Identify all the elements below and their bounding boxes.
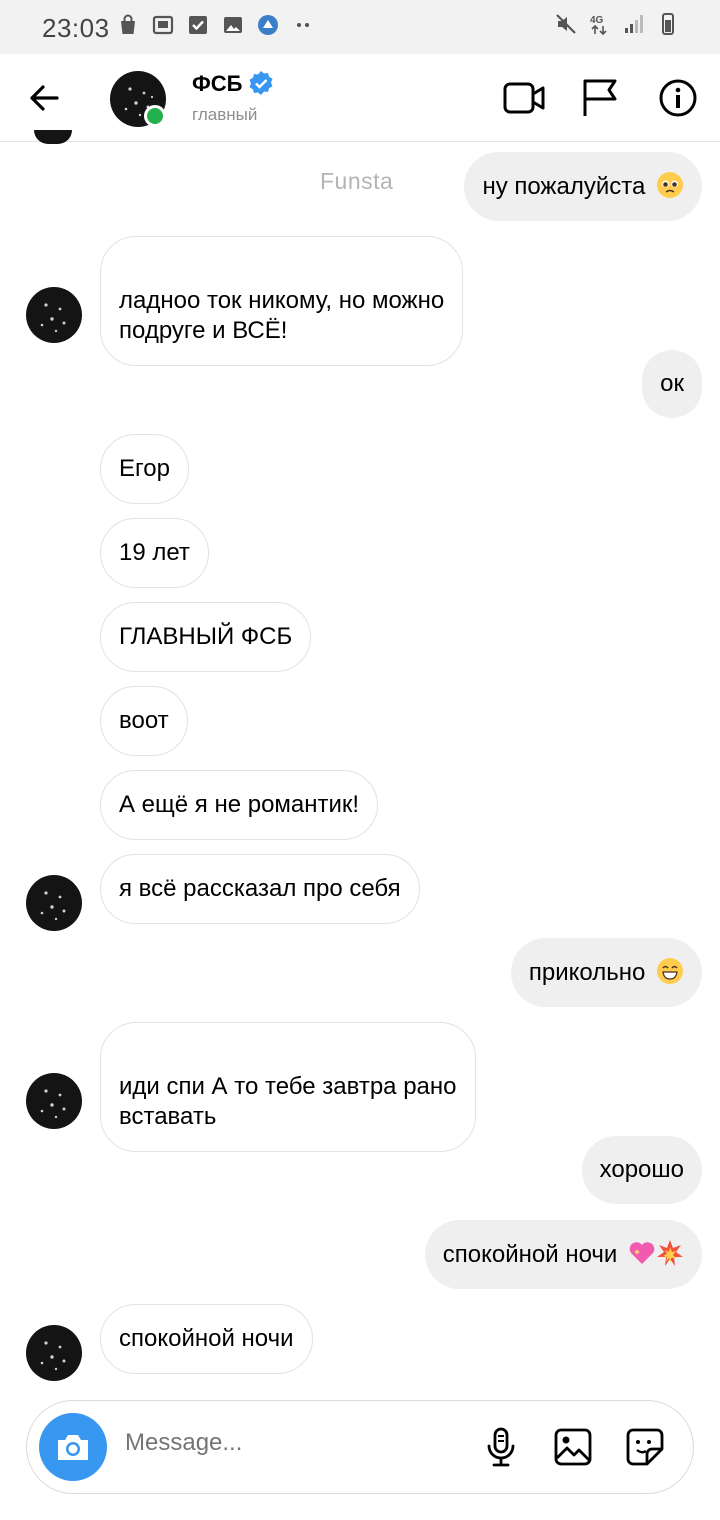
message-bubble-incoming[interactable]: иди спи А то тебе завтра рано вставать [100, 1022, 476, 1152]
message-text: ну пожалуйста [482, 173, 646, 200]
more-dots-icon [297, 23, 309, 27]
report-button[interactable] [578, 76, 622, 120]
safe-icon [152, 15, 174, 35]
message-text: иди спи А то тебе завтра рано вставать [119, 1073, 457, 1130]
sticker-icon [626, 1428, 664, 1466]
mute-icon [556, 14, 576, 34]
message-bubble-incoming[interactable]: А ещё я не романтик! [100, 770, 379, 840]
message-composer [26, 1400, 694, 1494]
battery-icon [662, 13, 674, 35]
notification-icons [116, 13, 315, 37]
message-text: 19 лет [119, 539, 190, 566]
contact-name[interactable]: ФСБ [192, 71, 242, 97]
image-icon [224, 17, 242, 33]
check-icon [189, 16, 207, 34]
back-button[interactable] [24, 76, 64, 120]
message-text: А ещё я не романтик! [119, 791, 360, 818]
camera-icon [58, 1435, 88, 1460]
grinning-face-icon [657, 958, 683, 984]
camera-button[interactable] [39, 1413, 107, 1481]
message-bubble-outgoing[interactable]: прикольно [510, 938, 702, 1007]
message-bubble-incoming[interactable]: 19 лет [100, 518, 209, 588]
system-icons: 4G [554, 12, 680, 36]
sender-avatar[interactable] [26, 1073, 82, 1129]
message-text: Егор [119, 455, 170, 482]
message-text: спокойной ночи [119, 1325, 294, 1352]
collision-icon [657, 1240, 683, 1266]
microphone-icon [487, 1427, 515, 1467]
avatar-pattern-icon [40, 891, 66, 921]
sender-avatar[interactable] [26, 875, 82, 931]
gallery-button[interactable] [549, 1423, 597, 1471]
4g-icon: 4G [590, 15, 607, 36]
message-text: ГЛАВНЫЙ ФСБ [119, 623, 293, 650]
message-text: хорошо [599, 1156, 684, 1183]
message-bubble-outgoing[interactable]: ну пожалуйста [464, 152, 702, 221]
gallery-icon [554, 1428, 592, 1466]
message-bubble-outgoing[interactable]: ок [642, 350, 702, 418]
message-bubble-incoming[interactable]: я всё рассказал про себя [100, 854, 420, 924]
back-arrow-icon [30, 85, 59, 111]
avatar-pattern-icon [40, 303, 66, 333]
message-bubble-incoming[interactable]: Егор [100, 434, 189, 504]
message-text: ок [660, 370, 684, 397]
info-icon [659, 79, 697, 117]
video-call-button[interactable] [502, 76, 546, 120]
pleading-face-icon [657, 172, 683, 198]
message-bubble-incoming[interactable]: ГЛАВНЫЙ ФСБ [100, 602, 312, 672]
message-bubble-outgoing[interactable]: спокойной ночи [424, 1220, 702, 1289]
avatar-pattern-icon [40, 1089, 66, 1119]
video-camera-icon [503, 82, 545, 114]
status-bar: 23:03 4G [0, 0, 720, 54]
sparkling-heart-icon [629, 1242, 655, 1264]
app-icon [258, 15, 278, 35]
watermark: Funsta [320, 168, 394, 194]
sender-avatar[interactable] [26, 287, 82, 343]
avatar-pattern-icon [40, 1341, 66, 1371]
message-text: спокойной ночи [442, 1241, 618, 1268]
status-time: 23:03 [42, 13, 110, 43]
message-bubble-incoming[interactable]: ладноо ток никому, но можно подруге и ВС… [100, 236, 464, 366]
message-input[interactable] [125, 1429, 425, 1457]
chat-header: ФСБ главный Funsta [0, 54, 720, 194]
contact-subtitle: главный [192, 105, 258, 124]
message-text: я всё рассказал про себя [119, 875, 401, 902]
message-bubble-outgoing[interactable]: хорошо [581, 1136, 702, 1204]
sticker-button[interactable] [621, 1423, 669, 1471]
online-status-indicator [144, 105, 166, 127]
message-text: прикольно [528, 959, 646, 986]
flag-icon [583, 79, 617, 116]
message-text: воот [119, 707, 169, 734]
bag-icon [121, 14, 135, 34]
verified-badge-icon [249, 71, 273, 95]
message-text: ладноо ток никому, но можно подруге и ВС… [119, 287, 445, 344]
message-bubble-incoming[interactable]: воот [100, 686, 188, 756]
svg-text:4G: 4G [590, 15, 604, 26]
message-bubble-incoming[interactable]: спокойной ночи [100, 1304, 313, 1374]
conversation-info-button[interactable] [656, 76, 700, 120]
signal-icon [625, 15, 643, 33]
voice-message-button[interactable] [477, 1423, 525, 1471]
sender-avatar[interactable] [26, 1325, 82, 1381]
